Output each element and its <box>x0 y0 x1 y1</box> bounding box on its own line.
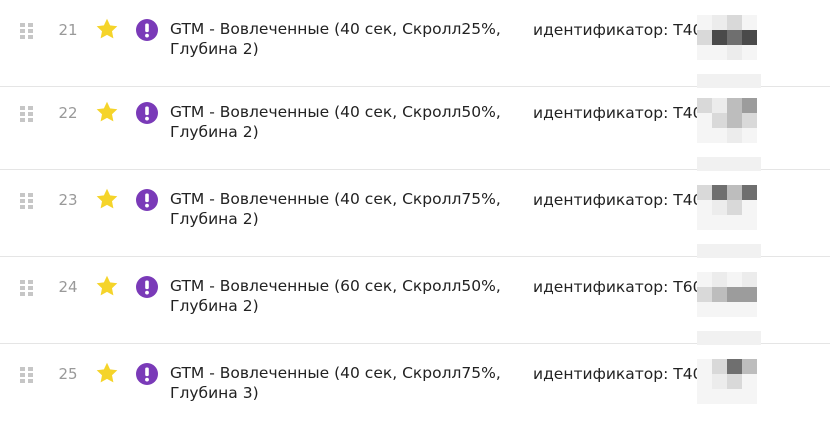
drag-handle-icon[interactable] <box>20 280 34 296</box>
exclamation-badge-icon <box>135 188 159 212</box>
goal-title[interactable]: GTM - Вовлеченные (40 сек, Скролл50%, Гл… <box>170 102 510 142</box>
exclamation-badge-icon <box>135 18 159 42</box>
pixelated-redaction <box>697 244 761 258</box>
goal-number: 22 <box>58 104 78 122</box>
exclamation-badge-icon <box>135 275 159 299</box>
goal-title[interactable]: GTM - Вовлеченные (40 сек, Скролл75%, Гл… <box>170 363 510 403</box>
goal-row: 24 GTM - Вовлеченные (60 сек, Скролл50%,… <box>0 257 830 345</box>
drag-handle-icon[interactable] <box>20 106 34 122</box>
pixelated-redaction <box>697 157 761 171</box>
goal-title[interactable]: GTM - Вовлеченные (40 сек, Скролл25%, Гл… <box>170 19 510 59</box>
drag-handle-icon[interactable] <box>20 367 34 383</box>
exclamation-badge-icon <box>135 362 159 386</box>
pixelated-redaction <box>697 15 757 60</box>
star-icon[interactable] <box>95 17 119 41</box>
goals-list: 21 GTM - Вовлеченные (40 сек, Скролл25%,… <box>0 0 830 417</box>
goal-row: 25 GTM - Вовлеченные (40 сек, Скролл75%,… <box>0 344 830 430</box>
goal-number: 25 <box>58 365 78 383</box>
goal-identifier: идентификатор: Т40 <box>533 365 703 383</box>
goal-identifier: идентификатор: Т40 <box>533 21 703 39</box>
star-icon[interactable] <box>95 100 119 124</box>
goal-row: 23 GTM - Вовлеченные (40 сек, Скролл75%,… <box>0 170 830 258</box>
pixelated-redaction <box>697 185 757 230</box>
goal-row: 21 GTM - Вовлеченные (40 сек, Скролл25%,… <box>0 0 830 88</box>
goal-row: 22 GTM - Вовлеченные (40 сек, Скролл50%,… <box>0 83 830 171</box>
pixelated-redaction <box>697 272 757 317</box>
star-icon[interactable] <box>95 361 119 385</box>
exclamation-badge-icon <box>135 101 159 125</box>
goal-number: 21 <box>58 21 78 39</box>
goal-number: 23 <box>58 191 78 209</box>
goal-identifier: идентификатор: Т60 <box>533 278 703 296</box>
goal-identifier: идентификатор: Т40 <box>533 104 703 122</box>
pixelated-redaction <box>697 331 761 345</box>
pixelated-redaction <box>697 98 757 143</box>
goal-identifier: идентификатор: Т40 <box>533 191 703 209</box>
star-icon[interactable] <box>95 274 119 298</box>
goal-number: 24 <box>58 278 78 296</box>
goal-title[interactable]: GTM - Вовлеченные (40 сек, Скролл75%, Гл… <box>170 189 510 229</box>
drag-handle-icon[interactable] <box>20 23 34 39</box>
goal-title[interactable]: GTM - Вовлеченные (60 сек, Скролл50%, Гл… <box>170 276 510 316</box>
star-icon[interactable] <box>95 187 119 211</box>
drag-handle-icon[interactable] <box>20 193 34 209</box>
pixelated-redaction <box>697 359 757 404</box>
